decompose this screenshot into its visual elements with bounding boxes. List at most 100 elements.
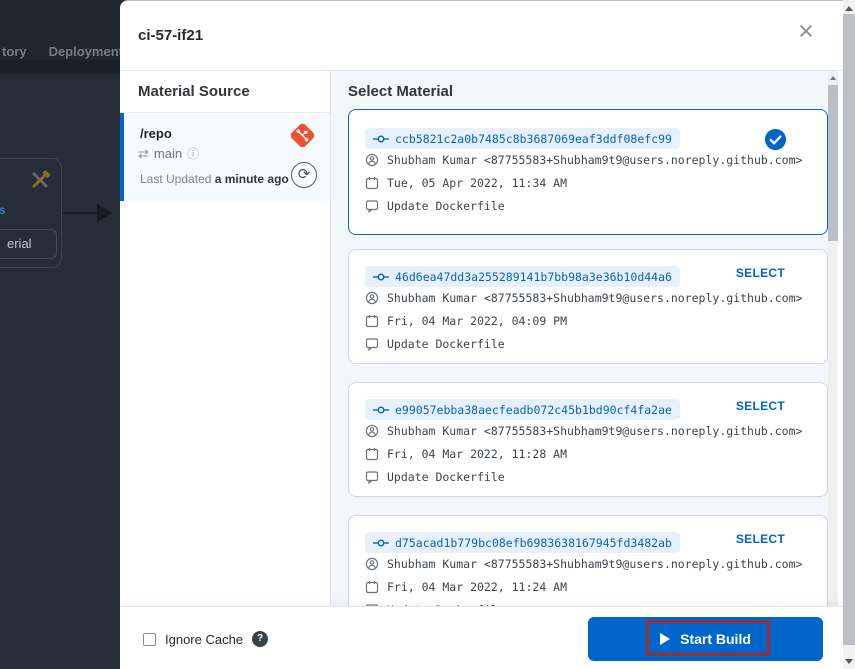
workflow-arrow-line — [63, 212, 100, 214]
tab-history-partial: tory — [2, 44, 27, 59]
git-commit-icon — [373, 273, 389, 280]
commit-date: Fri, 04 Mar 2022, 11:28 AM — [387, 446, 568, 461]
ignore-cache-label: Ignore Cache — [165, 631, 244, 647]
scrollbar-up-icon[interactable] — [830, 76, 836, 80]
last-updated-label: Last Updated — [140, 172, 212, 186]
workflow-link-fragment: s — [0, 203, 6, 217]
branch-name: main — [153, 146, 183, 161]
play-icon — [660, 633, 671, 645]
commit-hash-badge[interactable]: e99057ebba38aecfeadb072c45b1bd90cf4fa2ae — [365, 399, 680, 420]
commit-author-row: Shubham Kumar <87755583+Shubham9t9@users… — [365, 152, 811, 167]
commit-message: Update Dockerfile — [387, 198, 505, 213]
author-icon — [365, 557, 379, 570]
select-material-panel: Select Material ccb5821c2a0b7485c8b36870… — [331, 71, 838, 606]
page-scrollbar-thumb[interactable] — [843, 14, 855, 645]
commit-date-row: Tue, 05 Apr 2022, 11:34 AM — [365, 175, 811, 190]
calendar-icon — [365, 580, 379, 593]
last-updated-value: a minute ago — [214, 172, 289, 186]
commit-date: Fri, 04 Mar 2022, 11:24 AM — [387, 579, 568, 594]
scrollbar-down-icon[interactable] — [845, 659, 853, 664]
commit-message-row: Update Dockerfile — [365, 336, 811, 351]
comment-icon — [365, 337, 379, 351]
help-icon[interactable]: ? — [252, 631, 269, 647]
workflow-arrow-icon — [97, 204, 113, 222]
author-icon — [365, 153, 379, 166]
commit-hash: ccb5821c2a0b7485c8b3687069eaf3ddf08efc99 — [395, 131, 672, 146]
modal-footer: Ignore Cache ? Start Build — [120, 606, 843, 669]
commit-message: Update Dockerfile — [387, 336, 505, 351]
select-button[interactable]: SELECT — [736, 532, 785, 546]
material-list-scrollbar[interactable] — [828, 71, 838, 606]
commit-hash-badge[interactable]: 46d6ea47dd3a255289141b7bb98a3e36b10d44a6 — [365, 266, 680, 287]
author-icon — [365, 424, 379, 437]
close-icon[interactable]: × — [789, 15, 823, 49]
commit-message-row: Update Dockerfile — [365, 469, 811, 484]
author-icon — [365, 291, 379, 304]
topbar-divider — [0, 60, 120, 74]
comment-icon — [365, 470, 379, 484]
ignore-cache-checkbox[interactable] — [143, 632, 156, 646]
material-source-heading: Material Source — [120, 71, 330, 113]
calendar-icon — [365, 314, 379, 327]
commit-author: Shubham Kumar <87755583+Shubham9t9@users… — [387, 556, 803, 571]
commit-author: Shubham Kumar <87755583+Shubham9t9@users… — [387, 423, 803, 438]
ignore-cache-row: Ignore Cache ? — [143, 631, 269, 647]
commit-date: Tue, 05 Apr 2022, 11:34 AM — [387, 175, 568, 190]
commit-card[interactable]: d75acad1b779bc08efb6983638167945fd3482ab… — [348, 515, 828, 606]
commit-hash-row: ccb5821c2a0b7485c8b3687069eaf3ddf08efc99 — [365, 128, 811, 149]
commit-card[interactable]: e99057ebba38aecfeadb072c45b1bd90cf4fa2ae… — [348, 382, 828, 497]
material-item-repo[interactable]: /repo ⇄ main ⓘ Last Updated a minute ago — [120, 113, 330, 201]
comment-icon — [365, 199, 379, 213]
commit-author-row: Shubham Kumar <87755583+Shubham9t9@users… — [365, 556, 811, 571]
start-build-button[interactable]: Start Build — [588, 617, 823, 661]
commit-author-row: Shubham Kumar <87755583+Shubham9t9@users… — [365, 423, 811, 438]
branch-swap-icon: ⇄ — [138, 145, 149, 161]
commit-hash-badge[interactable]: d75acad1b779bc08efb6983638167945fd3482ab — [365, 532, 680, 553]
select-button[interactable]: SELECT — [736, 399, 785, 413]
commit-hash: 46d6ea47dd3a255289141b7bb98a3e36b10d44a6 — [395, 269, 672, 284]
commit-card[interactable]: ccb5821c2a0b7485c8b3687069eaf3ddf08efc99… — [348, 109, 828, 235]
git-commit-icon — [373, 539, 389, 546]
commit-message-row: Update Dockerfile — [365, 198, 811, 213]
select-button[interactable]: SELECT — [736, 266, 785, 280]
git-commit-icon — [373, 135, 389, 142]
info-icon: ⓘ — [187, 147, 200, 161]
commit-author-row: Shubham Kumar <87755583+Shubham9t9@users… — [365, 290, 811, 305]
app-topbar: tory Deployment M — [0, 0, 137, 60]
commit-hash: d75acad1b779bc08efb6983638167945fd3482ab — [395, 535, 672, 550]
app-tabs: tory Deployment M — [2, 44, 137, 59]
workflow-card: s erial — [0, 158, 62, 268]
build-tools-icon — [32, 170, 51, 188]
selected-check-icon — [764, 128, 787, 151]
select-material-button-partial: erial — [0, 229, 57, 259]
commit-message: Update Dockerfile — [387, 469, 505, 484]
commit-date-row: Fri, 04 Mar 2022, 11:28 AM — [365, 446, 811, 461]
sync-icon: ⟳ — [297, 166, 311, 183]
git-provider-icon — [289, 122, 316, 149]
page-title: ci-57-if21 — [138, 27, 204, 44]
git-commit-icon — [373, 406, 389, 413]
modal-header: ci-57-if21 × — [120, 1, 843, 71]
commit-hash: e99057ebba38aecfeadb072c45b1bd90cf4fa2ae — [395, 402, 672, 417]
calendar-icon — [365, 176, 379, 189]
commit-card[interactable]: 46d6ea47dd3a255289141b7bb98a3e36b10d44a6… — [348, 249, 828, 364]
calendar-icon — [365, 447, 379, 460]
commit-date-row: Fri, 04 Mar 2022, 04:09 PM — [365, 313, 811, 328]
commit-date: Fri, 04 Mar 2022, 04:09 PM — [387, 313, 568, 328]
material-source-sidebar: Material Source /repo ⇄ main ⓘ Last Upda… — [120, 71, 331, 606]
start-build-label: Start Build — [680, 631, 751, 647]
refresh-material-button[interactable]: ⟳ — [291, 162, 317, 188]
build-trigger-modal: ci-57-if21 × Material Source /repo ⇄ mai… — [120, 0, 843, 669]
repo-name: /repo — [140, 126, 172, 141]
commit-author: Shubham Kumar <87755583+Shubham9t9@users… — [387, 290, 803, 305]
page: tory Deployment M s erial ci-57-if21 × M… — [0, 0, 855, 669]
commit-hash-badge[interactable]: ccb5821c2a0b7485c8b3687069eaf3ddf08efc99 — [365, 128, 680, 149]
branch-row: ⇄ main ⓘ — [138, 145, 199, 162]
scrollbar-up-icon[interactable] — [845, 6, 853, 11]
page-scrollbar[interactable] — [843, 0, 855, 669]
material-list-scrollbar-thumb[interactable] — [828, 85, 838, 241]
commit-author: Shubham Kumar <87755583+Shubham9t9@users… — [387, 152, 803, 167]
last-updated-row: Last Updated a minute ago — [140, 172, 289, 186]
select-material-heading: Select Material — [348, 83, 454, 100]
commit-date-row: Fri, 04 Mar 2022, 11:24 AM — [365, 579, 811, 594]
